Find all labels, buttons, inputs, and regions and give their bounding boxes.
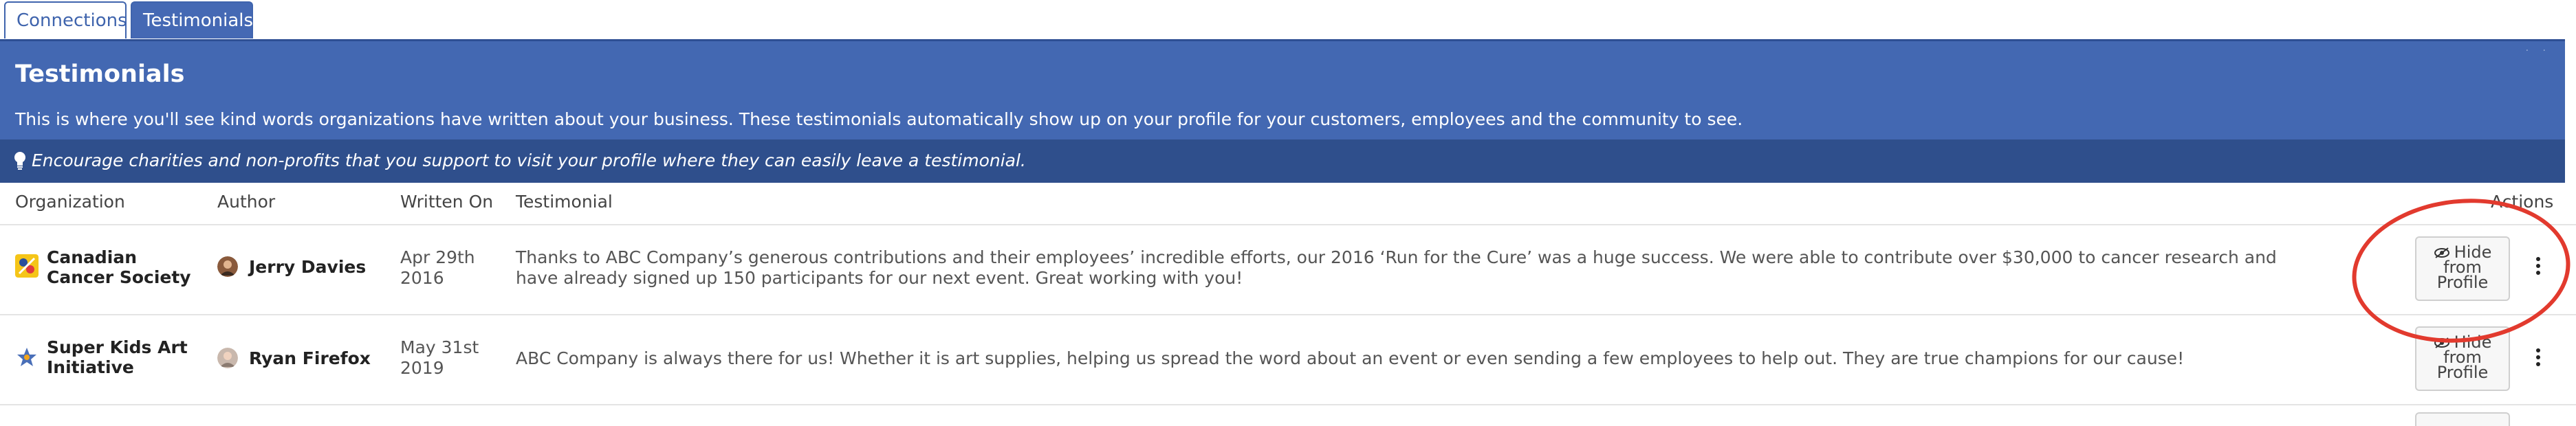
- written-on-date: Apr 29th 2016: [400, 247, 475, 288]
- organization-name[interactable]: Canadian Cancer Society: [47, 247, 205, 287]
- tab-connections[interactable]: Connections: [4, 1, 127, 38]
- testimonial-text: Thanks to ABC Company’s generous contrib…: [516, 247, 2277, 288]
- more-options-icon[interactable]: [2533, 348, 2543, 372]
- author-avatar: [217, 348, 238, 368]
- tab-bar: Connections Testimonials: [0, 0, 2576, 40]
- author-name[interactable]: Jerry Davies: [249, 257, 366, 277]
- author-name[interactable]: Ryan Firefox: [249, 348, 371, 368]
- page-description: This is where you'll see kind words orga…: [15, 109, 1743, 129]
- column-header-written-on[interactable]: Written On: [400, 192, 493, 212]
- table-header: Organization Author Written On Testimoni…: [0, 181, 2576, 225]
- testimonial-text: ABC Company is always there for us! Whet…: [516, 348, 2185, 368]
- testimonials-header-panel: · · Testimonials This is where you'll se…: [0, 39, 2565, 183]
- organization-name[interactable]: Super Kids Art Initiative: [47, 337, 205, 377]
- column-header-organization[interactable]: Organization: [15, 192, 125, 212]
- tip-text: Encourage charities and non-profits that…: [32, 150, 1026, 170]
- canadian-cancer-society-logo: [15, 254, 39, 278]
- panel-corner-marker: · ·: [2525, 45, 2551, 56]
- table-row: Canadian Cancer Society Jerry Davies Apr…: [0, 224, 2576, 315]
- table-row: Super Kids Art Initiative Ryan Firefox M…: [0, 314, 2576, 405]
- written-on-date: May 31st 2019: [400, 337, 479, 378]
- hide-from-profile-button-partial[interactable]: [2415, 412, 2510, 426]
- page-title: Testimonials: [15, 60, 185, 88]
- column-header-author[interactable]: Author: [217, 192, 275, 212]
- author-avatar: [217, 256, 238, 277]
- lightbulb-icon: [14, 152, 25, 170]
- super-kids-art-initiative-logo: [15, 346, 39, 369]
- column-header-testimonial[interactable]: Testimonial: [516, 192, 613, 212]
- tab-testimonials[interactable]: Testimonials: [131, 1, 253, 38]
- tip-bar: Encourage charities and non-profits that…: [0, 139, 2565, 183]
